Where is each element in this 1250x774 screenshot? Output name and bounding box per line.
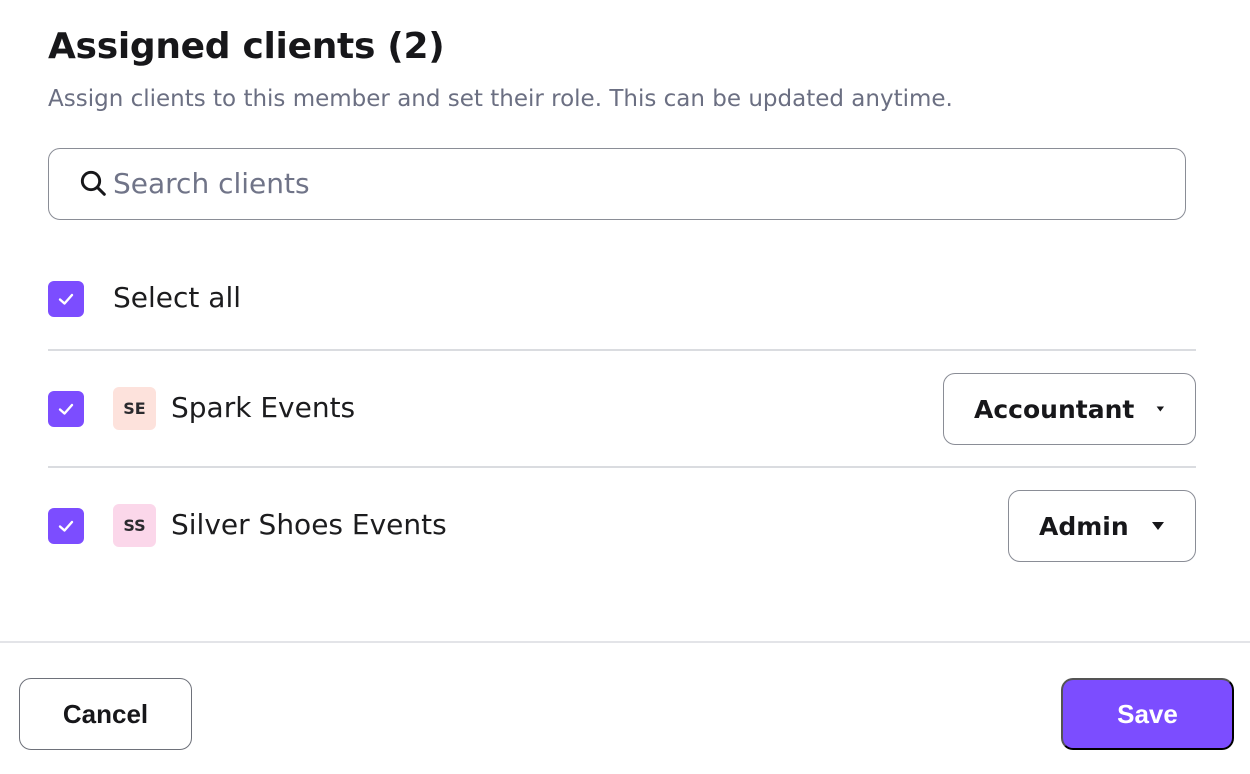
checkmark-icon <box>58 403 74 415</box>
select-all-checkbox[interactable] <box>48 281 84 317</box>
role-value: Admin <box>1039 511 1129 541</box>
footer-divider <box>0 641 1250 643</box>
checkmark-icon <box>58 293 74 305</box>
role-value: Accountant <box>974 394 1135 424</box>
select-all-label: Select all <box>113 281 241 314</box>
client-avatar: SS <box>113 504 156 547</box>
page-title: Assigned clients (2) <box>48 26 445 67</box>
page-subtitle: Assign clients to this member and set th… <box>48 86 953 112</box>
caret-down-icon <box>1152 522 1164 530</box>
cancel-button[interactable]: Cancel <box>19 678 192 750</box>
role-dropdown[interactable]: Admin <box>1008 490 1196 562</box>
client-checkbox[interactable] <box>48 508 84 544</box>
checkmark-icon <box>58 520 74 532</box>
client-name: Spark Events <box>171 391 356 424</box>
save-button[interactable]: Save <box>1061 678 1234 750</box>
client-avatar: SE <box>113 387 156 430</box>
role-dropdown[interactable]: Accountant <box>943 373 1196 445</box>
row-divider <box>48 466 1196 468</box>
row-divider <box>48 349 1196 351</box>
caret-down-icon <box>1156 406 1165 412</box>
search-icon <box>80 170 106 196</box>
client-name: Silver Shoes Events <box>171 508 447 541</box>
search-box[interactable] <box>48 148 1186 220</box>
search-input[interactable] <box>113 163 1163 203</box>
client-checkbox[interactable] <box>48 391 84 427</box>
